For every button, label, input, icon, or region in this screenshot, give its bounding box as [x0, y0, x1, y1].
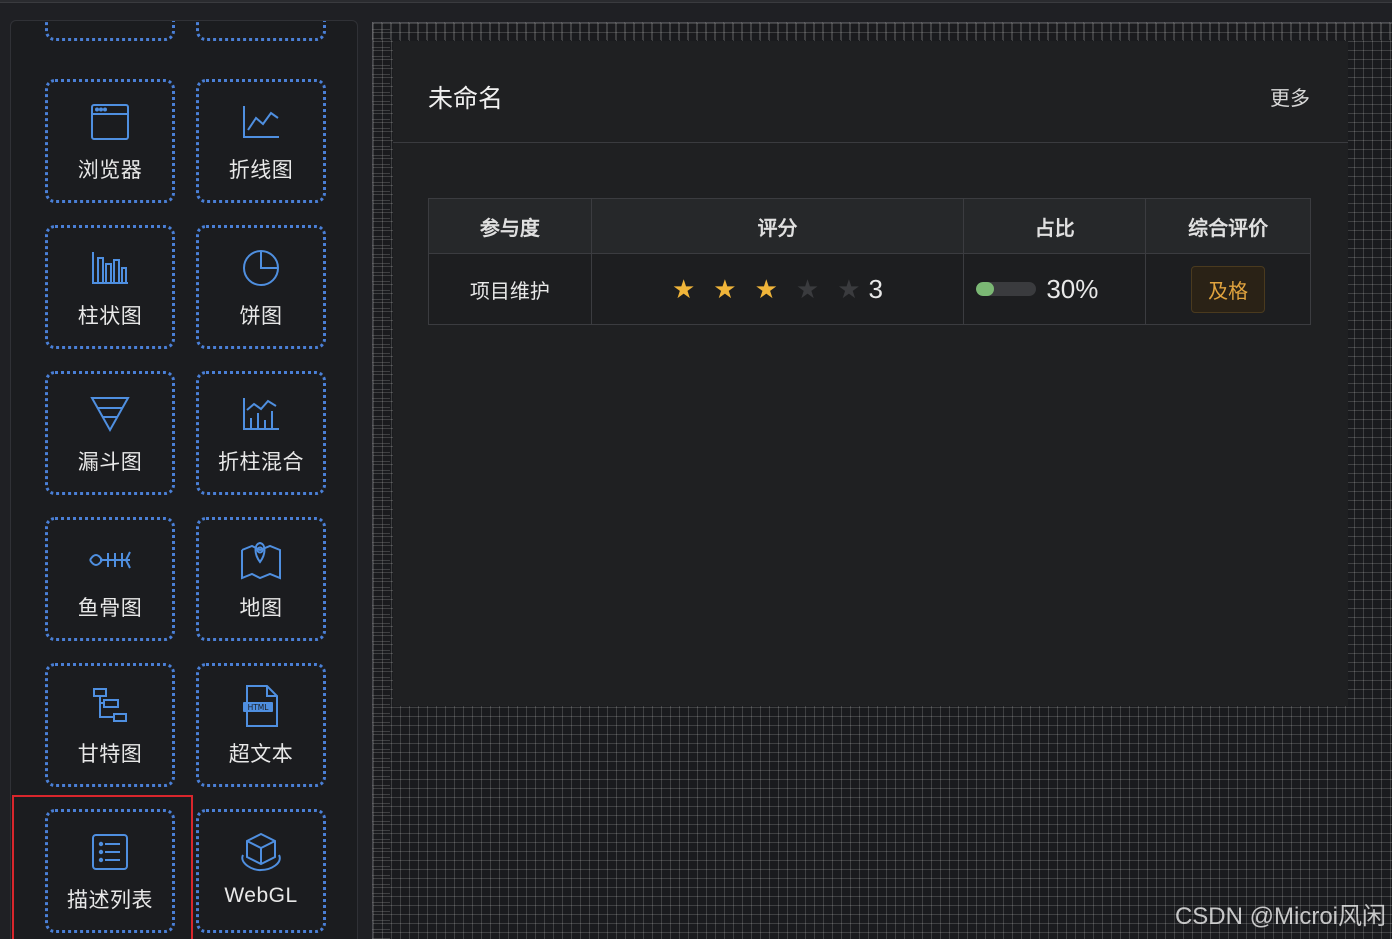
- html-file-icon: HTML: [239, 684, 283, 728]
- star-icon[interactable]: ★: [672, 276, 695, 302]
- tile-label: 浏览器: [77, 159, 143, 182]
- tile-webgl[interactable]: WebGL: [196, 809, 326, 933]
- partial-tile-left[interactable]: [45, 21, 175, 41]
- funnel-icon: [88, 392, 132, 436]
- tile-label: 折线图: [228, 159, 294, 182]
- cell-grade: 及格: [1145, 253, 1311, 325]
- partial-tile-right[interactable]: [196, 21, 326, 41]
- pie-chart-icon: [239, 246, 283, 290]
- bar-chart-icon: [88, 246, 132, 290]
- selection-highlight: [12, 795, 193, 939]
- grade-tag: 及格: [1191, 265, 1266, 313]
- top-border: [0, 0, 1392, 3]
- description-table: 参与度 评分 占比 综合评价 项目维护 ★ ★ ★ ★ ★ 3 30% 及格: [428, 198, 1311, 325]
- tile-label: 超文本: [228, 743, 294, 766]
- card-divider: [393, 142, 1348, 143]
- cell-rating: ★ ★ ★ ★ ★ 3: [590, 253, 965, 325]
- tile-label: 漏斗图: [77, 451, 143, 474]
- cell-ratio: 30%: [963, 253, 1147, 325]
- tile-line-chart[interactable]: 折线图: [196, 79, 326, 203]
- browser-icon: [88, 100, 132, 144]
- tile-bar-chart[interactable]: 柱状图: [45, 225, 175, 349]
- tile-label: 饼图: [239, 305, 283, 328]
- star-icon[interactable]: ★: [755, 276, 778, 302]
- header-ratio: 占比: [963, 198, 1147, 254]
- card-title: 未命名: [428, 85, 504, 113]
- watermark: CSDN @Microi风闲: [1174, 903, 1386, 930]
- star-icon[interactable]: ★: [837, 276, 860, 302]
- tile-line-bar-mix[interactable]: 折柱混合: [196, 371, 326, 495]
- tile-label: WebGL: [224, 884, 298, 907]
- gantt-icon: [88, 684, 132, 728]
- more-link[interactable]: 更多: [1270, 82, 1310, 111]
- tile-gantt[interactable]: 甘特图: [45, 663, 175, 787]
- table-header-row: 参与度 评分 占比 综合评价: [428, 198, 1311, 254]
- tile-fishbone[interactable]: 鱼骨图: [45, 517, 175, 641]
- tile-label: 柱状图: [77, 305, 143, 328]
- line-bar-mix-icon: [239, 392, 283, 436]
- cell-name: 项目维护: [428, 253, 592, 325]
- map-icon: [239, 538, 283, 582]
- component-sidebar: 浏览器 折线图 柱状图 饼图 漏斗图 折柱混合 鱼骨图 地图 甘特图 HTML …: [10, 20, 358, 939]
- line-chart-icon: [239, 100, 283, 144]
- tile-browser[interactable]: 浏览器: [45, 79, 175, 203]
- tile-label: 地图: [239, 597, 283, 620]
- tile-label: 甘特图: [77, 743, 143, 766]
- description-card[interactable]: 未命名 更多 参与度 评分 占比 综合评价 项目维护 ★ ★ ★ ★ ★ 3 3…: [393, 41, 1348, 706]
- fishbone-icon: [88, 538, 132, 582]
- ruler-left: [372, 22, 390, 939]
- star-icon[interactable]: ★: [713, 276, 736, 302]
- tile-pie-chart[interactable]: 饼图: [196, 225, 326, 349]
- progress-bar: [976, 282, 1037, 296]
- tile-map[interactable]: 地图: [196, 517, 326, 641]
- cube-3d-icon: [239, 830, 283, 874]
- star-icon[interactable]: ★: [796, 276, 819, 302]
- progress-fill: [976, 282, 995, 296]
- star-rating[interactable]: ★ ★ ★ ★ ★: [672, 276, 861, 302]
- tile-html[interactable]: HTML 超文本: [196, 663, 326, 787]
- tile-label: 折柱混合: [218, 451, 304, 474]
- svg-text:HTML: HTML: [248, 703, 270, 712]
- tile-label: 鱼骨图: [77, 597, 143, 620]
- tile-funnel[interactable]: 漏斗图: [45, 371, 175, 495]
- progress-percent: 30%: [1046, 273, 1099, 304]
- rating-value: 3: [868, 273, 884, 304]
- header-overall: 综合评价: [1145, 198, 1311, 254]
- header-participation: 参与度: [428, 198, 592, 254]
- ruler-top: [372, 22, 1392, 40]
- table-row: 项目维护 ★ ★ ★ ★ ★ 3 30% 及格: [428, 253, 1311, 325]
- header-rating: 评分: [590, 198, 965, 254]
